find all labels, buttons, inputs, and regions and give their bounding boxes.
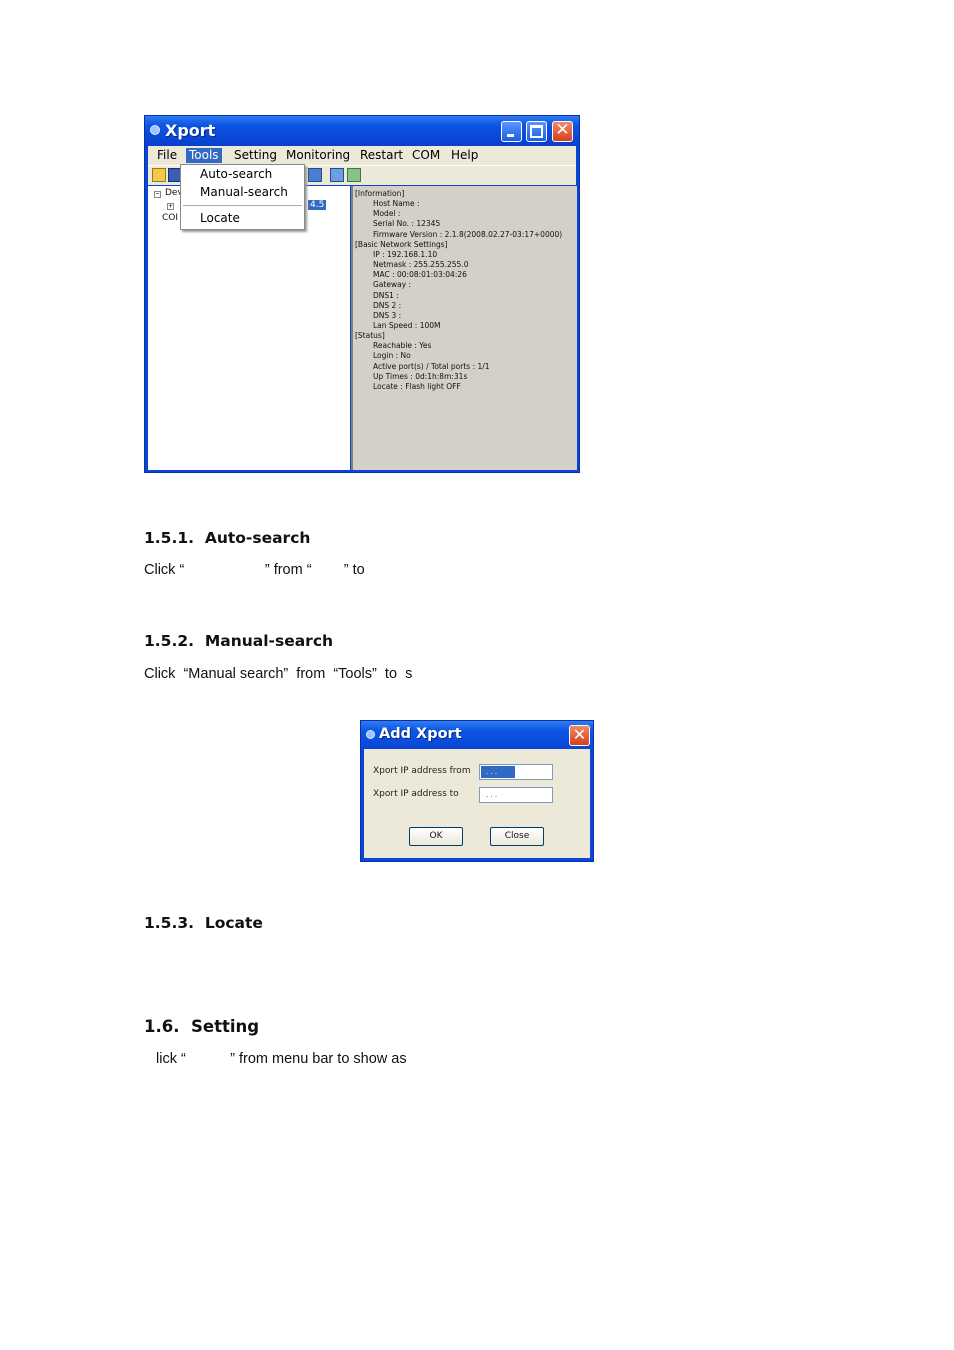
info-line: MAC : 00:08:01:03:04:26: [373, 270, 467, 280]
menu-file[interactable]: File: [154, 148, 180, 163]
device-info-panel: [Information] Host Name : Model : Serial No…: [351, 186, 577, 470]
info-line: Model :: [373, 209, 401, 219]
menu-com[interactable]: COM: [409, 148, 443, 163]
info-line: Login : No: [373, 351, 411, 361]
dialog-title: Add Xport: [379, 726, 462, 742]
info-line: DNS 2 :: [373, 300, 402, 310]
info-line: Locate : Flash light OFF: [373, 381, 461, 391]
close-button[interactable]: ✕: [552, 120, 573, 142]
section-number: 1.6.: [144, 1017, 180, 1036]
paragraph-auto-search: Click “ ” from “ ” to: [144, 562, 365, 578]
menu-bar: File Tools Setting Monitoring Restart CO…: [148, 146, 576, 165]
menu-help[interactable]: Help: [448, 148, 481, 163]
refresh-icon[interactable]: [347, 168, 361, 182]
monitor-icon[interactable]: [308, 168, 322, 182]
dialog-body: Xport IP address from . . . Xport IP add…: [364, 749, 590, 858]
section-title: Auto-search: [204, 529, 311, 547]
info-line: Reachable : Yes: [373, 341, 432, 351]
section-number: 1.5.2.: [144, 632, 195, 650]
network-icon[interactable]: [330, 168, 344, 182]
info-line: DNS 3 :: [373, 310, 402, 320]
title-bar[interactable]: Xport ✕: [145, 116, 579, 146]
expand-icon[interactable]: +: [167, 203, 174, 210]
info-section-header: [Status]: [355, 331, 385, 341]
section-title: Setting: [191, 1017, 260, 1036]
ip-from-input[interactable]: . . .: [479, 764, 553, 780]
section-heading-locate: 1.5.3. Locate: [144, 914, 263, 932]
ip-from-label: Xport IP address from: [373, 766, 471, 776]
window-title: Xport: [165, 121, 216, 140]
ip-to-input[interactable]: . . .: [479, 787, 553, 803]
ip-to-label: Xport IP address to: [373, 789, 459, 799]
minimize-icon: [507, 134, 514, 137]
info-line: DNS1 :: [373, 290, 399, 300]
collapse-icon[interactable]: −: [154, 191, 161, 198]
close-icon: ✕: [555, 120, 570, 140]
info-line: Firmware Version : 2.1.8(2008.02.27-03:1…: [373, 229, 563, 239]
info-line: IP : 192.168.1.10: [373, 249, 438, 259]
app-icon: [366, 730, 375, 739]
maximize-button[interactable]: [526, 121, 547, 142]
dialog-title-bar[interactable]: Add Xport ✕: [361, 721, 593, 749]
close-dialog-button[interactable]: Close: [490, 827, 544, 846]
app-icon: [150, 125, 160, 135]
section-heading-manual-search: 1.5.2. Manual-search: [144, 632, 333, 650]
info-section-header: [Basic Network Settings]: [355, 239, 448, 249]
menu-monitoring[interactable]: Monitoring: [283, 148, 353, 163]
add-xport-dialog: Add Xport ✕ Xport IP address from . . . …: [360, 720, 594, 862]
tree-selected-device[interactable]: 4.5: [308, 200, 327, 210]
info-line: Gateway :: [373, 280, 412, 290]
menu-item-auto-search[interactable]: Auto-search: [200, 167, 272, 181]
section-title: Manual-search: [204, 632, 334, 650]
tools-dropdown-menu: Auto-search Manual-search Locate: [180, 164, 305, 230]
menu-setting[interactable]: Setting: [231, 148, 280, 163]
tree-com[interactable]: COI: [162, 213, 178, 223]
paragraph-manual-search: Click “Manual search” from “Tools” to s: [144, 666, 413, 682]
info-line: Serial No. : 12345: [373, 219, 441, 229]
info-line: Lan Speed : 100M: [373, 320, 441, 330]
section-number: 1.5.1.: [144, 529, 195, 547]
minimize-button[interactable]: [501, 121, 522, 142]
menu-restart[interactable]: Restart: [357, 148, 406, 163]
menu-item-locate[interactable]: Locate: [200, 211, 240, 225]
dialog-close-icon[interactable]: ✕: [569, 725, 590, 746]
info-line: Netmask : 255.255.255.0: [373, 260, 469, 270]
menu-tools[interactable]: Tools: [186, 148, 222, 163]
menu-separator: [183, 205, 302, 206]
section-heading-auto-search: 1.5.1. Auto-search: [144, 529, 310, 547]
open-folder-icon[interactable]: [152, 168, 166, 182]
maximize-icon: [530, 125, 543, 138]
info-line: Host Name :: [373, 199, 420, 209]
section-heading-setting: 1.6. Setting: [144, 1017, 259, 1036]
section-number: 1.5.3.: [144, 914, 195, 932]
section-title: Locate: [204, 914, 263, 932]
paragraph-setting: lick “ ” from menu bar to show as: [156, 1051, 407, 1067]
ok-button[interactable]: OK: [409, 827, 463, 846]
info-section-header: [Information]: [355, 189, 405, 198]
menu-item-manual-search[interactable]: Manual-search: [200, 185, 288, 199]
info-line: Active port(s) / Total ports : 1/1: [373, 361, 490, 371]
info-line: Up Times : 0d:1h:8m:31s: [373, 371, 468, 381]
